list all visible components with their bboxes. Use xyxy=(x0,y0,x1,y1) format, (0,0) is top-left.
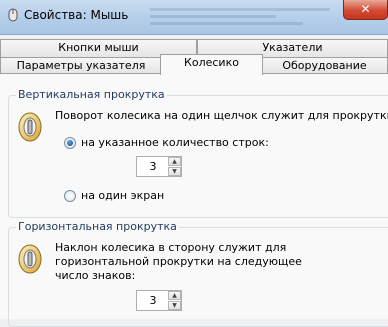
spin-up-icon[interactable]: ▲ xyxy=(168,291,181,300)
tab-label: Параметры указателя xyxy=(16,59,146,72)
title-bar[interactable]: Свойства: Мышь ✕ xyxy=(0,0,388,35)
radio-screen[interactable] xyxy=(64,190,76,202)
radio-screen-label[interactable]: на один экран xyxy=(81,189,164,202)
wheel-tab-panel: Вертикальная прокрутка Поворот колесика … xyxy=(0,73,388,327)
horizontal-scroll-group: Горизонтальная прокрутка Наклон колесика… xyxy=(8,220,388,327)
spin-up-icon[interactable]: ▲ xyxy=(168,157,181,166)
tab-label: Указатели xyxy=(262,41,323,54)
tab-hardware[interactable]: Оборудование xyxy=(261,57,388,74)
spin-down-icon[interactable]: ▼ xyxy=(168,301,181,310)
radio-lines[interactable] xyxy=(64,137,76,149)
vertical-scroll-group: Вертикальная прокрутка Поворот колесика … xyxy=(8,88,388,218)
lines-spinbox[interactable]: 3 ▲ ▼ xyxy=(136,156,182,177)
lines-value[interactable]: 3 xyxy=(137,160,169,173)
group-title: Горизонтальная прокрутка xyxy=(16,220,179,233)
spin-down-icon[interactable]: ▼ xyxy=(168,167,181,176)
tab-pointer-options[interactable]: Параметры указателя xyxy=(0,57,162,74)
tab-label: Кнопки мыши xyxy=(58,41,139,54)
close-button[interactable]: ✕ xyxy=(343,0,388,20)
horizontal-description-line2: горизонтальной прокрутки на следующее xyxy=(55,255,302,268)
chars-spinbox[interactable]: 3 ▲ ▼ xyxy=(136,290,182,311)
vertical-description: Поворот колесика на один щелчок служит д… xyxy=(55,109,388,122)
window-title: Свойства: Мышь xyxy=(24,8,129,22)
group-title: Вертикальная прокрутка xyxy=(16,88,167,101)
tab-wheel[interactable]: Колесико xyxy=(160,54,263,75)
tab-label: Оборудование xyxy=(282,59,367,72)
horizontal-description-line1: Наклон колесика в сторону служит для xyxy=(55,241,287,254)
radio-lines-label[interactable]: на указанное количество строк: xyxy=(81,136,269,149)
chars-value[interactable]: 3 xyxy=(137,294,169,307)
mouse-wheel-icon xyxy=(18,244,42,274)
mouse-icon xyxy=(8,8,18,22)
tab-label: Колесико xyxy=(184,56,239,69)
background-window-ghost xyxy=(150,4,330,30)
horizontal-description-line3: число знаков: xyxy=(55,269,136,282)
mouse-wheel-icon xyxy=(18,112,42,142)
